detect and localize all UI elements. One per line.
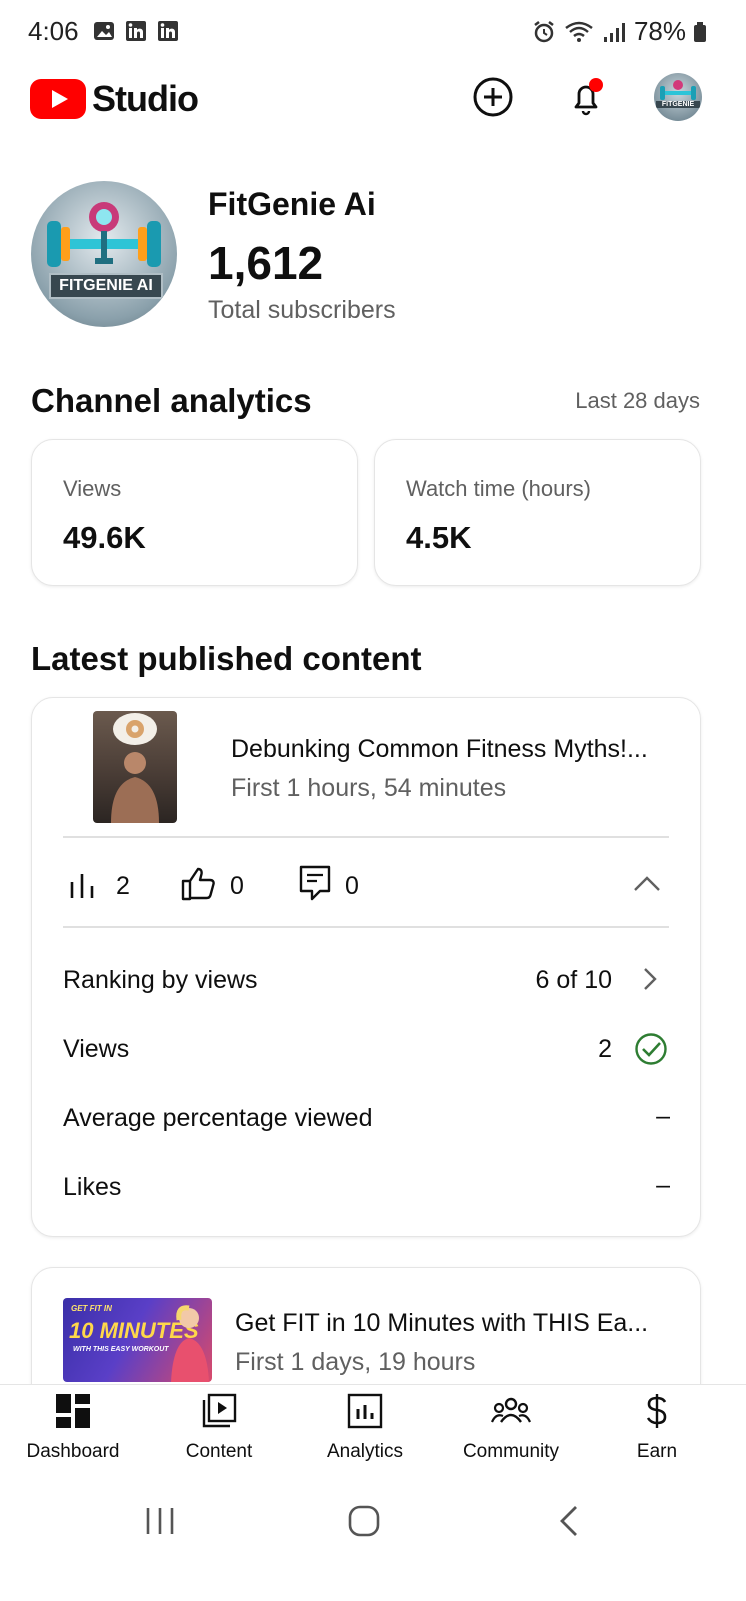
channel-name: FitGenie Ai bbox=[208, 186, 376, 222]
watch-time-card[interactable]: Watch time (hours) 4.5K bbox=[374, 439, 701, 586]
chevron-right-icon[interactable] bbox=[642, 966, 658, 992]
thumbnail-text: GET FIT IN bbox=[71, 1304, 112, 1313]
divider bbox=[63, 926, 669, 928]
like-icon[interactable] bbox=[180, 866, 218, 902]
battery-icon bbox=[694, 21, 706, 42]
video-title[interactable]: Debunking Common Fitness Myths!... bbox=[231, 735, 648, 764]
views-value: 2 bbox=[598, 1035, 612, 1063]
metric-value: 49.6K bbox=[63, 520, 146, 555]
video-card: Debunking Common Fitness Myths!... First… bbox=[31, 697, 701, 1237]
gallery-icon bbox=[94, 22, 114, 40]
check-circle-icon bbox=[635, 1033, 667, 1065]
back-icon[interactable] bbox=[556, 1503, 582, 1539]
comments-count: 0 bbox=[345, 872, 359, 900]
nav-analytics[interactable]: Analytics bbox=[292, 1392, 438, 1463]
video-thumbnail[interactable] bbox=[93, 711, 177, 823]
chevron-up-icon[interactable] bbox=[632, 874, 662, 894]
avatar-text: FITGENIE AI bbox=[49, 273, 163, 299]
fitgenie-logo-icon bbox=[47, 202, 161, 267]
dollar-icon bbox=[646, 1394, 667, 1428]
avatar-text: FITGENIE bbox=[656, 101, 700, 108]
create-plus-icon[interactable] bbox=[470, 74, 516, 120]
nav-dashboard[interactable]: Dashboard bbox=[0, 1392, 146, 1463]
metric-value: 4.5K bbox=[406, 520, 472, 555]
likes-value: – bbox=[656, 1171, 670, 1199]
nav-label: Community bbox=[462, 1441, 560, 1462]
home-icon[interactable] bbox=[346, 1503, 382, 1539]
nav-label: Dashboard bbox=[26, 1441, 120, 1462]
alarm-icon bbox=[534, 20, 554, 42]
analytics-period[interactable]: Last 28 days bbox=[575, 388, 700, 414]
latest-content-title: Latest published content bbox=[31, 640, 422, 677]
ranking-label: Ranking by views bbox=[63, 966, 258, 994]
thumbnail-text: WITH THIS EASY WORKOUT bbox=[73, 1346, 169, 1353]
nav-community[interactable]: Community bbox=[438, 1392, 584, 1463]
likes-count: 0 bbox=[230, 872, 244, 900]
nav-label: Earn bbox=[636, 1441, 678, 1462]
notifications-bell-icon[interactable] bbox=[563, 74, 609, 120]
views-count: 2 bbox=[116, 872, 130, 900]
dumbbell-logo-icon bbox=[660, 80, 696, 100]
subscriber-count: 1,612 bbox=[208, 237, 324, 289]
likes-label: Likes bbox=[63, 1173, 122, 1201]
nav-label: Content bbox=[185, 1441, 253, 1462]
battery-percent: 78% bbox=[633, 16, 686, 46]
comment-icon[interactable] bbox=[298, 864, 332, 902]
video-title[interactable]: Get FIT in 10 Minutes with THIS Ea... bbox=[235, 1309, 648, 1338]
youtube-studio-logo[interactable]: Studio bbox=[30, 78, 199, 120]
divider bbox=[63, 836, 669, 838]
thumbnail-image bbox=[111, 713, 159, 823]
views-label: Views bbox=[63, 1035, 130, 1063]
status-indicators: 78% bbox=[532, 16, 706, 47]
recent-apps-icon[interactable] bbox=[143, 1505, 177, 1537]
metric-label: Watch time (hours) bbox=[406, 476, 592, 501]
account-avatar[interactable]: FITGENIE bbox=[654, 73, 702, 121]
linkedin-icon bbox=[126, 21, 146, 41]
dashboard-icon bbox=[56, 1394, 90, 1428]
video-subtitle: First 1 hours, 54 minutes bbox=[231, 774, 507, 802]
subscriber-label: Total subscribers bbox=[208, 296, 396, 324]
avg-percentage-value: – bbox=[656, 1102, 670, 1130]
views-card[interactable]: Views 49.6K bbox=[31, 439, 358, 586]
avg-percentage-label: Average percentage viewed bbox=[63, 1104, 373, 1132]
signal-icon bbox=[603, 22, 625, 42]
youtube-play-icon bbox=[30, 79, 86, 119]
linkedin-icon bbox=[158, 21, 178, 41]
video-subtitle: First 1 days, 19 hours bbox=[235, 1348, 476, 1376]
logo-text: Studio bbox=[92, 78, 199, 119]
nav-label: Analytics bbox=[326, 1441, 404, 1462]
channel-avatar[interactable]: FITGENIE AI bbox=[31, 181, 177, 327]
ranking-value: 6 of 10 bbox=[535, 966, 612, 994]
wifi-icon bbox=[565, 21, 593, 42]
status-time: 4:06 bbox=[28, 16, 79, 46]
content-library-icon bbox=[202, 1393, 237, 1428]
community-people-icon bbox=[490, 1397, 532, 1423]
views-bar-icon bbox=[70, 874, 94, 898]
video-thumbnail[interactable]: GET FIT IN 10 MINUTES WITH THIS EASY WOR… bbox=[63, 1298, 212, 1382]
thumbnail-image bbox=[171, 1305, 209, 1382]
metric-label: Views bbox=[63, 476, 122, 501]
nav-earn[interactable]: Earn bbox=[584, 1392, 730, 1463]
analytics-title: Channel analytics bbox=[31, 382, 312, 419]
nav-content[interactable]: Content bbox=[146, 1392, 292, 1463]
analytics-icon bbox=[347, 1393, 383, 1429]
